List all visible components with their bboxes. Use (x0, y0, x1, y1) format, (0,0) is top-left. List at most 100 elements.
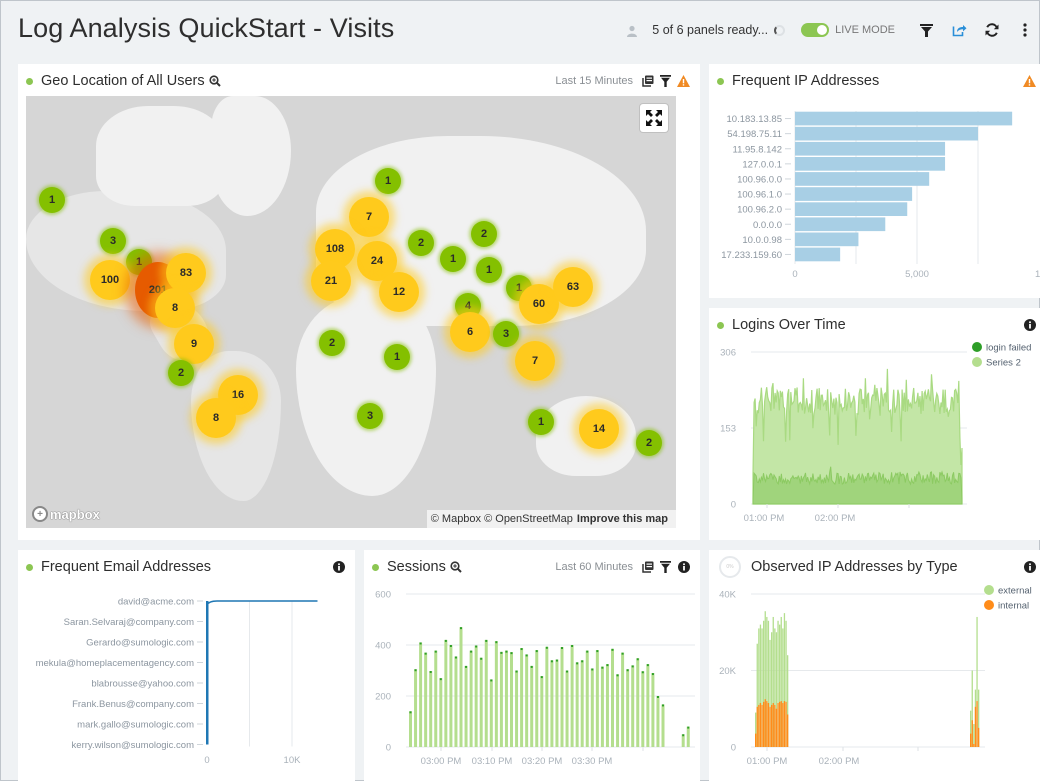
logins-chart: 0 153 306 01:00 PM 02:00 PM login failed Serie… (720, 342, 1031, 524)
time-range-label[interactable]: Last 60 Minutes (555, 561, 633, 573)
category-label: mark.gallo@sumologic.com (77, 720, 194, 731)
internal-bar (971, 720, 973, 747)
map-cluster[interactable]: 1 (375, 168, 401, 194)
map-cluster[interactable]: 3 (100, 228, 126, 254)
improve-map-link[interactable]: Improve this map (577, 513, 668, 525)
warning-icon[interactable] (677, 75, 690, 88)
legend-swatch (984, 600, 994, 610)
map-cluster[interactable]: 2 (168, 360, 194, 386)
search-zoom-icon[interactable] (209, 75, 221, 87)
info-icon[interactable] (1023, 561, 1036, 574)
bar-marker (621, 652, 624, 655)
map-cluster[interactable]: 63 (553, 267, 593, 307)
bar (795, 232, 859, 247)
map-cluster[interactable]: 21 (311, 261, 351, 301)
y-tick-label: 0 (731, 500, 736, 511)
search-zoom-icon[interactable] (450, 561, 462, 573)
x-tick-label: 0 (792, 269, 797, 280)
bar-marker (566, 670, 569, 673)
mapbox-logo[interactable]: + mapbox (32, 506, 100, 522)
map-cluster[interactable]: 1 (384, 344, 410, 370)
panel-actions (1023, 72, 1036, 90)
x-tick-label: 03:10 PM (472, 756, 513, 767)
info-icon[interactable] (332, 561, 345, 574)
panel-actions (1023, 316, 1036, 334)
map-cluster[interactable]: 7 (515, 341, 555, 381)
map-cluster[interactable]: 9 (174, 324, 214, 364)
map-cluster[interactable]: 8 (155, 288, 195, 328)
copy-icon[interactable] (641, 75, 654, 88)
map-cluster[interactable]: 1 (528, 409, 554, 435)
bar (795, 172, 930, 186)
category-label: kerry.wilson@sumologic.com (72, 740, 195, 751)
map-cluster[interactable]: 1 (476, 257, 502, 283)
internal-bar (787, 714, 789, 747)
map-cluster[interactable]: 12 (379, 272, 419, 312)
bar (540, 676, 544, 747)
bar-marker (611, 648, 614, 651)
warning-icon[interactable] (1023, 75, 1036, 88)
status-dot (26, 563, 33, 571)
map-cluster[interactable]: 2 (471, 221, 497, 247)
internal-bar (756, 706, 758, 747)
panel-actions (1023, 558, 1036, 576)
bar-marker (561, 647, 563, 650)
map-cluster[interactable]: 6 (450, 312, 490, 352)
filter-button[interactable] (915, 19, 937, 41)
internal-bar (782, 703, 784, 747)
map-cluster[interactable]: 2 (636, 430, 662, 456)
bar (595, 650, 599, 747)
bar-marker (550, 660, 553, 663)
line-series (206, 600, 318, 745)
bar-marker (646, 664, 649, 667)
map-cluster[interactable]: 8 (196, 398, 236, 438)
copy-icon[interactable] (641, 561, 654, 574)
category-label: blabrousse@yahoo.com (91, 679, 194, 690)
bar-marker (449, 645, 452, 647)
observed-ip-panel: 0% Observed IP Addresses by Type 0 20K 40K… (709, 550, 1040, 781)
panel-title: Frequent IP Addresses (717, 72, 879, 90)
time-range-label[interactable]: Last 15 Minutes (555, 75, 633, 87)
legend-label: Series 2 (986, 358, 1021, 369)
axis-line-series (206, 601, 209, 745)
bar-marker (409, 711, 412, 714)
frequent-ip-panel: Frequent IP Addresses 10.183.13.85 54.198… (709, 64, 1040, 298)
map-cluster[interactable]: 83 (166, 253, 206, 293)
map-cluster[interactable]: 2 (319, 330, 345, 356)
bar-marker (540, 676, 543, 679)
map-cluster[interactable]: 3 (357, 403, 383, 429)
bar-marker (470, 650, 473, 653)
internal-bar (976, 701, 978, 747)
panel-actions: Last 15 Minutes (555, 72, 690, 90)
filter-icon[interactable] (659, 561, 672, 574)
live-mode-toggle[interactable] (801, 23, 830, 37)
expand-map-button[interactable] (640, 104, 668, 132)
bar-marker (444, 639, 447, 642)
world-map[interactable]: 1 3 1 100 201 83 8 9 2 16 8 1 7 108 24 21 12 2 1 2 1 1 60 63 4 6 3… (26, 96, 676, 528)
category-label: 10.0.0.98 (742, 235, 782, 246)
info-icon[interactable] (1023, 319, 1036, 332)
map-cluster[interactable]: 100 (90, 260, 130, 300)
legend-label: external (998, 586, 1032, 597)
map-cluster[interactable]: 14 (579, 409, 619, 449)
bar-marker (490, 679, 493, 682)
share-button[interactable] (948, 19, 970, 41)
bar (414, 669, 418, 747)
bar-marker (429, 671, 432, 674)
map-cluster[interactable]: 1 (440, 246, 466, 272)
panels-ready-status: 5 of 6 panels ready... (652, 23, 769, 37)
map-cluster[interactable]: 3 (493, 321, 519, 347)
category-label: 127.0.0.1 (742, 159, 782, 170)
bar (600, 666, 604, 747)
refresh-button[interactable] (981, 19, 1003, 41)
map-cluster[interactable]: 7 (349, 197, 389, 237)
more-options-button[interactable] (1014, 19, 1036, 41)
panel-actions: Last 60 Minutes (555, 558, 690, 576)
x-tick-label: 03:00 PM (421, 756, 462, 767)
bar (631, 665, 635, 747)
internal-bar (973, 743, 975, 747)
map-cluster[interactable]: 1 (39, 187, 65, 213)
filter-icon[interactable] (659, 75, 672, 88)
info-icon[interactable] (677, 561, 690, 574)
map-cluster[interactable]: 2 (408, 230, 434, 256)
